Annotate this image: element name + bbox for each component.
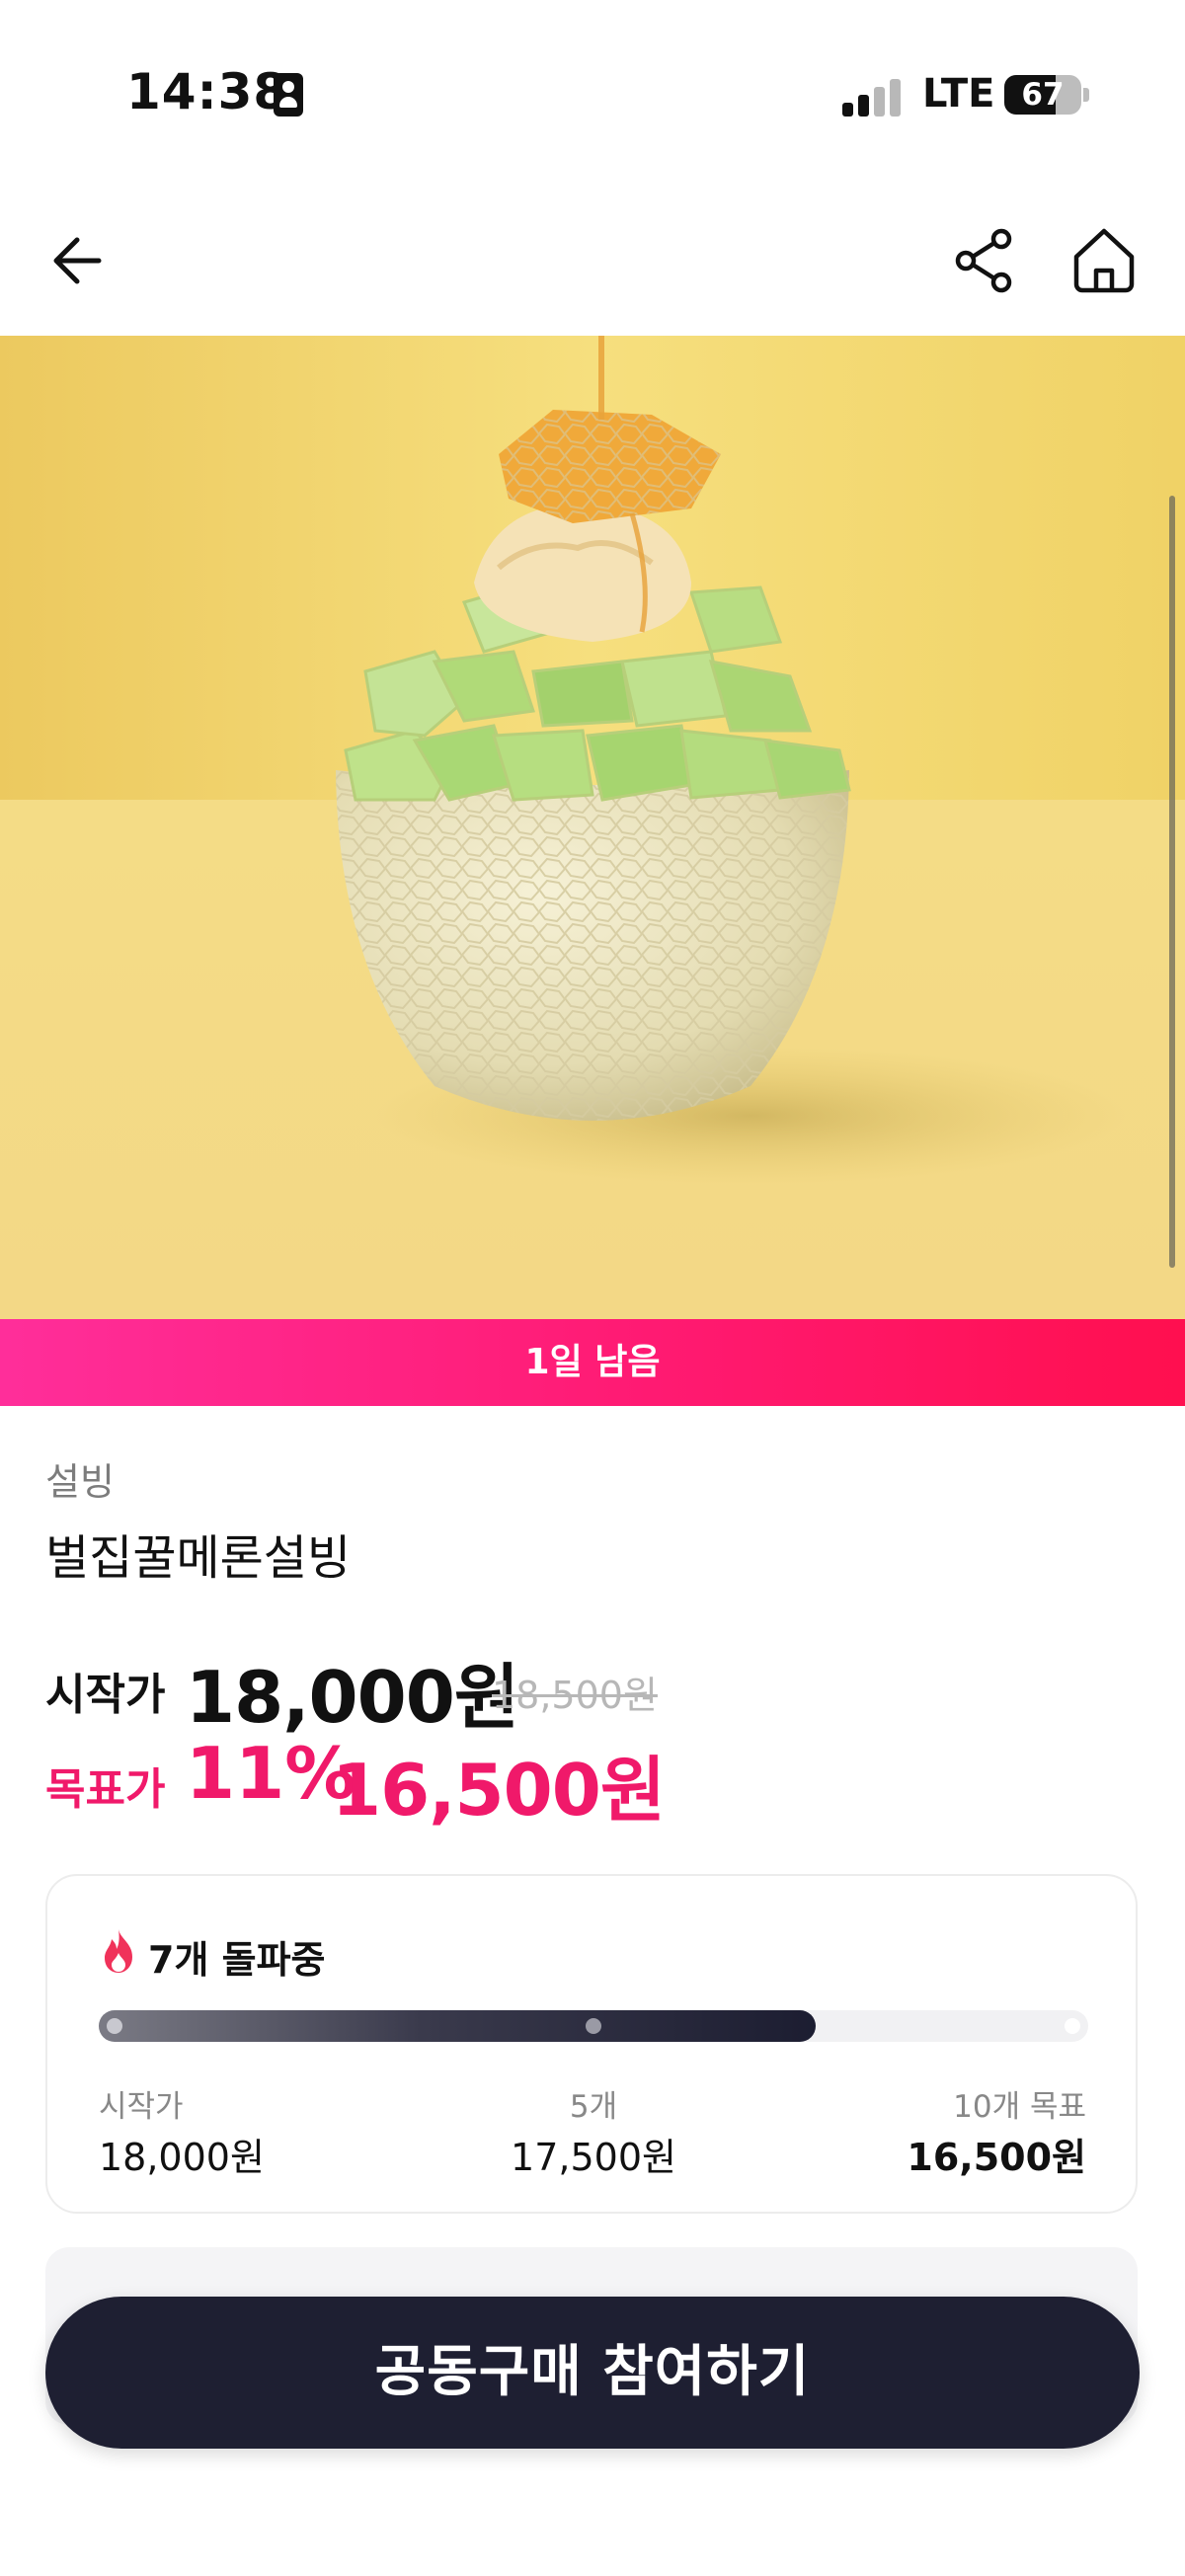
progress-track xyxy=(99,2010,1088,2042)
bottom-bar-background xyxy=(0,2449,1185,2576)
tick-price-goal: 16,500원 xyxy=(907,2136,1086,2179)
product-photo xyxy=(0,336,1185,1319)
join-group-buy-button[interactable]: 공동구매 참여하기 xyxy=(45,2297,1140,2449)
battery-nub xyxy=(1083,88,1089,102)
group-buy-progress-card: 7개 돌파중 시작가 18,000원 5개 17,500원 10개 목표 16,… xyxy=(45,1874,1138,2214)
status-time: 14:38 xyxy=(126,63,289,120)
target-price-label: 목표가 xyxy=(45,1764,166,1815)
original-price: 18,500원 xyxy=(492,1674,658,1717)
scrollbar[interactable] xyxy=(1169,496,1175,1268)
share-icon[interactable] xyxy=(950,225,1021,296)
status-bar: 14:38 LTE 67 xyxy=(0,0,1185,188)
tick-label-mid-text: 5개 xyxy=(569,2089,618,2125)
progress-status: 7개 돌파중 xyxy=(148,1938,326,1982)
signal-icon xyxy=(842,77,902,117)
target-price: 16,500원 xyxy=(332,1749,666,1832)
fire-icon xyxy=(105,1929,132,1973)
tick-label-goal: 10개 목표 xyxy=(953,2089,1086,2125)
start-price: 18,000원 xyxy=(186,1656,519,1739)
progress-fill xyxy=(99,2010,817,2042)
start-price-label: 시작가 xyxy=(45,1670,166,1720)
contact-card-icon xyxy=(274,73,303,117)
progress-dot-start xyxy=(107,2018,122,2034)
arrow-left-icon[interactable] xyxy=(47,225,118,296)
tick-price-start: 18,000원 xyxy=(99,2136,265,2179)
tick-label-start: 시작가 xyxy=(99,2089,184,2125)
product-name: 벌집꿀메론설빙 xyxy=(45,1530,352,1586)
progress-dot-goal xyxy=(1065,2018,1080,2034)
countdown-banner: 1일 남음 xyxy=(0,1319,1185,1406)
home-icon[interactable] xyxy=(1066,223,1142,298)
discount-rate: 11% xyxy=(186,1732,356,1815)
brand-category: 설빙 xyxy=(45,1460,115,1504)
battery-icon: 67 xyxy=(1004,75,1081,115)
tick-price-mid-text: 17,500원 xyxy=(511,2136,676,2179)
network-type: LTE xyxy=(922,71,995,117)
progress-dot-mid xyxy=(586,2018,601,2034)
battery-level: 67 xyxy=(1021,77,1065,113)
